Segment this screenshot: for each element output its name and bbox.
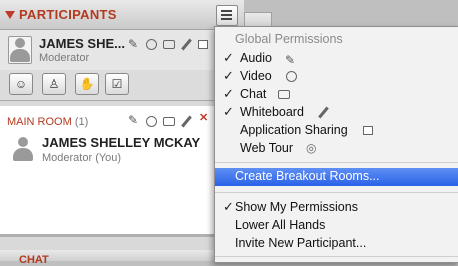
emoticon-button[interactable]: ☺ xyxy=(9,73,33,95)
participant-toolbar: ☺ ♙ ✋ ☑ xyxy=(0,70,244,101)
panel-title: PARTICIPANTS xyxy=(19,7,117,22)
avatar xyxy=(12,136,34,162)
panel-divider[interactable] xyxy=(0,234,244,237)
webcam-icon[interactable] xyxy=(146,116,157,127)
avatar xyxy=(8,36,32,64)
menu-item-lower-all-hands[interactable]: Lower All Hands xyxy=(215,217,458,235)
participants-header[interactable]: PARTICIPANTS xyxy=(0,0,244,30)
microphone-icon: ✎ xyxy=(285,53,296,67)
check-icon: ✓ xyxy=(223,199,234,214)
deny-icon[interactable]: ✕ xyxy=(199,112,208,125)
menu-item-web-tour[interactable]: Web Tour ◎ xyxy=(215,140,458,158)
microphone-icon[interactable]: ✎ xyxy=(128,38,138,51)
profile-button[interactable]: ♙ xyxy=(42,73,66,95)
collapse-triangle-icon[interactable] xyxy=(5,11,15,19)
pencil-icon[interactable] xyxy=(181,38,192,51)
microphone-icon[interactable]: ✎ xyxy=(128,114,138,127)
check-icon: ✓ xyxy=(223,68,234,83)
menu-separator xyxy=(215,256,458,257)
menu-item-label: Show My Permissions xyxy=(235,200,358,214)
menu-item-audio[interactable]: ✓ Audio ✎ xyxy=(215,50,458,68)
menu-item-label: Chat xyxy=(240,87,267,101)
menu-item-label: Create Breakout Rooms... xyxy=(235,169,380,183)
participants-panel: PARTICIPANTS JAMES SHE... Moderator ✎ ☺ … xyxy=(0,0,244,266)
pencil-icon[interactable] xyxy=(181,115,192,128)
menu-item-label: Invite New Participant... xyxy=(235,236,367,250)
check-icon: ✓ xyxy=(223,50,234,65)
menu-header: Global Permissions xyxy=(235,32,343,46)
chat-bubble-icon[interactable] xyxy=(163,117,175,126)
room-title-label: MAIN ROOM xyxy=(7,116,72,128)
participant-role: Moderator (You) xyxy=(42,152,122,164)
menu-item-label: Audio xyxy=(240,51,272,65)
room-title: MAIN ROOM (1) xyxy=(7,116,88,128)
my-role: Moderator xyxy=(39,52,90,64)
menu-item-chat[interactable]: ✓ Chat xyxy=(215,86,458,104)
chat-title: CHAT xyxy=(19,254,49,266)
menu-item-label: Video xyxy=(240,69,272,83)
raise-hand-button[interactable]: ✋ xyxy=(75,73,99,95)
menu-item-label: Web Tour xyxy=(240,141,294,155)
my-participant-row[interactable]: JAMES SHE... Moderator ✎ xyxy=(0,30,244,70)
menu-separator xyxy=(215,192,458,193)
chat-bubble-icon[interactable] xyxy=(163,40,175,49)
checkmark-button[interactable]: ☑ xyxy=(105,73,129,95)
chat-bubble-icon xyxy=(278,90,290,99)
menu-separator xyxy=(215,162,458,163)
globe-icon: ◎ xyxy=(306,141,317,155)
menu-item-invite-new-participant[interactable]: Invite New Participant... xyxy=(215,235,458,253)
webcam-icon[interactable] xyxy=(146,39,157,50)
menu-item-video[interactable]: ✓ Video xyxy=(215,68,458,86)
my-name: JAMES SHE... xyxy=(39,36,125,51)
menu-item-application-sharing[interactable]: Application Sharing xyxy=(215,122,458,140)
check-icon: ✓ xyxy=(223,86,234,101)
menu-item-create-breakout-rooms[interactable]: Create Breakout Rooms... xyxy=(215,168,458,186)
menu-item-show-my-permissions[interactable]: ✓ Show My Permissions xyxy=(215,199,458,217)
chat-header[interactable]: CHAT xyxy=(0,250,244,266)
pencil-icon xyxy=(318,106,329,119)
app-share-icon xyxy=(363,126,373,135)
check-icon: ✓ xyxy=(223,104,234,119)
panel-menu-button[interactable] xyxy=(216,5,238,26)
app-share-icon[interactable] xyxy=(198,40,208,49)
menu-item-label: Whiteboard xyxy=(240,105,304,119)
participant-name[interactable]: JAMES SHELLEY MCKAY xyxy=(42,135,200,150)
options-menu: Global Permissions ✓ Audio ✎ ✓ Video ✓ C… xyxy=(214,26,458,263)
webcam-icon xyxy=(286,71,297,82)
menu-item-label: Application Sharing xyxy=(240,123,348,137)
main-room: MAIN ROOM (1) ✎ ✕ JAMES SHELLEY MCKAY Mo… xyxy=(0,106,244,234)
menu-item-label: Lower All Hands xyxy=(235,218,326,232)
menu-item-whiteboard[interactable]: ✓ Whiteboard xyxy=(215,104,458,122)
room-count: (1) xyxy=(74,116,89,128)
